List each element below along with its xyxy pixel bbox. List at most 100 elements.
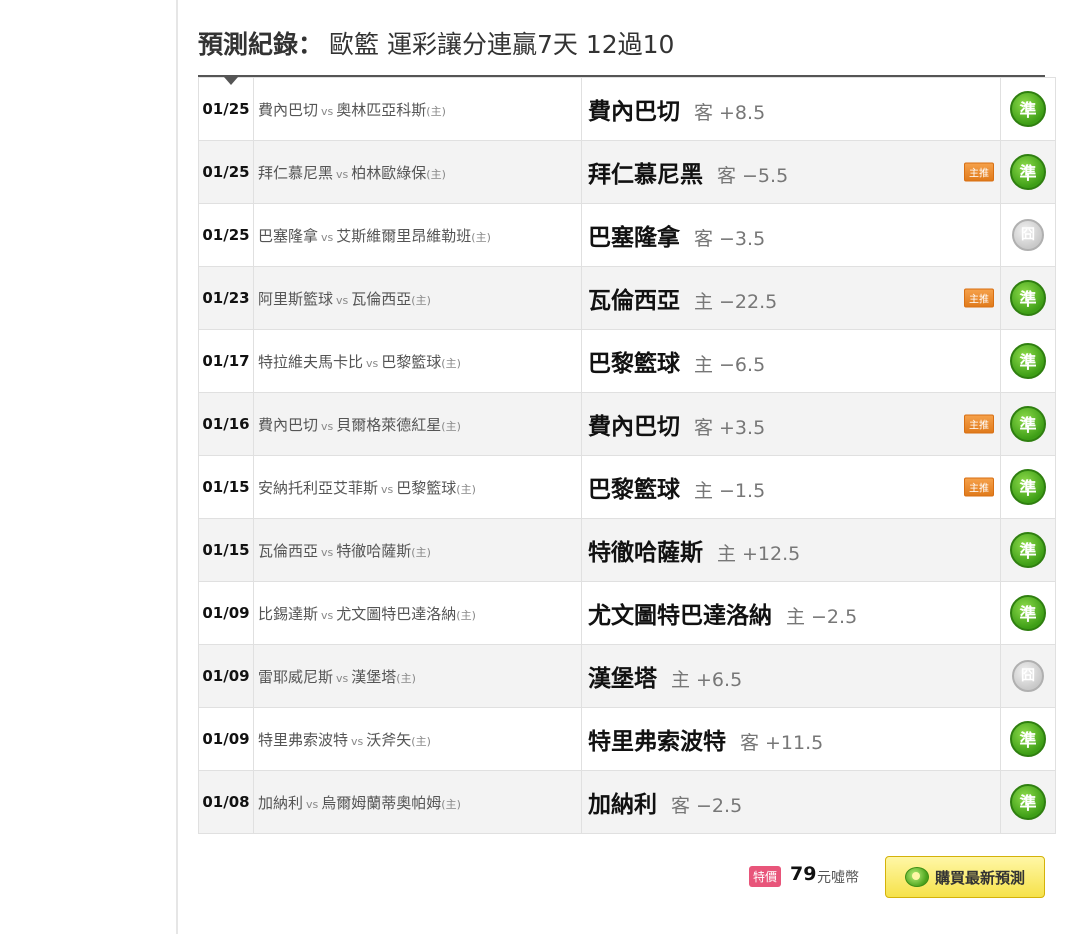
vs-label: vs <box>321 545 334 559</box>
table-row: 01/23 阿里斯籃球 vs 瓦倫西亞(主) 瓦倫西亞主 −22.5 主推 準 <box>198 266 1056 330</box>
pick-line: −22.5 <box>719 291 778 313</box>
away-team: 安納托利亞艾菲斯 <box>258 478 379 497</box>
buy-latest-prediction-button[interactable]: 購買最新預測 <box>885 856 1045 898</box>
prediction-table: 01/25 費內巴切 vs 奧林匹亞科斯(主) 費內巴切客 +8.5 準 01/25 … <box>198 75 1056 834</box>
home-team: 巴黎籃球 <box>396 478 457 497</box>
row-result: 準 <box>1000 266 1056 330</box>
price-value: 79 <box>790 863 817 885</box>
row-date: 01/17 <box>198 329 254 393</box>
home-team: 艾斯維爾里昂維勒班 <box>336 226 472 245</box>
row-date: 01/23 <box>198 266 254 330</box>
home-team: 尤文圖特巴達洛納 <box>336 604 457 623</box>
pick-team: 瓦倫西亞 <box>588 288 680 314</box>
title-detail: 歐籃 運彩讓分連贏7天 12過10 <box>329 30 675 59</box>
row-date: 01/09 <box>198 707 254 771</box>
pick-side: 客 <box>694 228 714 250</box>
row-pick: 費內巴切客 +8.5 <box>581 77 1001 141</box>
row-match[interactable]: 加納利 vs 烏爾姆蘭蒂奧帕姆(主) <box>253 770 582 834</box>
away-team: 費內巴切 <box>258 415 319 434</box>
row-match[interactable]: 特拉維夫馬卡比 vs 巴黎籃球(主) <box>253 329 582 393</box>
row-result: 囧 <box>1000 203 1056 267</box>
table-row: 01/25 拜仁慕尼黑 vs 柏林歐綠保(主) 拜仁慕尼黑客 −5.5 主推 準 <box>198 140 1056 204</box>
table-row: 01/15 瓦倫西亞 vs 特徹哈薩斯(主) 特徹哈薩斯主 +12.5 準 <box>198 518 1056 582</box>
featured-badge: 主推 <box>964 414 994 434</box>
row-date: 01/25 <box>198 77 254 141</box>
pick-line: −3.5 <box>719 228 766 250</box>
row-match[interactable]: 拜仁慕尼黑 vs 柏林歐綠保(主) <box>253 140 582 204</box>
home-marker: (主) <box>441 356 461 370</box>
row-pick: 巴塞隆拿客 −3.5 <box>581 203 1001 267</box>
row-result: 準 <box>1000 707 1056 771</box>
row-date: 01/25 <box>198 203 254 267</box>
result-badge: 準 <box>1010 595 1046 631</box>
pick-side: 主 <box>694 291 714 313</box>
home-marker: (主) <box>456 482 476 496</box>
row-date: 01/25 <box>198 140 254 204</box>
pick-team: 費內巴切 <box>588 414 680 440</box>
pick-line: −2.5 <box>811 606 858 628</box>
table-row: 01/17 特拉維夫馬卡比 vs 巴黎籃球(主) 巴黎籃球主 −6.5 準 <box>198 329 1056 393</box>
pick-team: 巴塞隆拿 <box>588 225 680 251</box>
home-marker: (主) <box>441 419 461 433</box>
home-team: 特徹哈薩斯 <box>336 541 412 560</box>
price-unit: 元噓幣 <box>817 870 859 886</box>
home-marker: (主) <box>411 293 431 307</box>
away-team: 加納利 <box>258 793 304 812</box>
vs-label: vs <box>336 293 349 307</box>
result-badge: 準 <box>1010 469 1046 505</box>
row-result: 準 <box>1000 518 1056 582</box>
row-result: 準 <box>1000 581 1056 645</box>
away-team: 比錫達斯 <box>258 604 319 623</box>
home-marker: (主) <box>426 104 446 118</box>
pick-team: 巴黎籃球 <box>588 351 680 377</box>
table-row: 01/09 特里弗索波特 vs 沃斧矢(主) 特里弗索波特客 +11.5 準 <box>198 707 1056 771</box>
pick-team: 費內巴切 <box>588 99 680 125</box>
pick-line: +6.5 <box>696 669 743 691</box>
row-date: 01/15 <box>198 455 254 519</box>
result-badge: 準 <box>1010 784 1046 820</box>
featured-badge: 主推 <box>964 288 994 308</box>
pick-side: 客 <box>671 795 691 817</box>
away-team: 拜仁慕尼黑 <box>258 163 334 182</box>
result-badge: 準 <box>1010 280 1046 316</box>
vs-label: vs <box>336 167 349 181</box>
purchase-footer: 特價 79 元噓幣 購買最新預測 <box>740 856 1048 900</box>
row-match[interactable]: 費內巴切 vs 貝爾格萊德紅星(主) <box>253 392 582 456</box>
pick-line: −6.5 <box>719 354 766 376</box>
row-date: 01/08 <box>198 770 254 834</box>
row-pick: 拜仁慕尼黑客 −5.5 主推 <box>581 140 1001 204</box>
row-match[interactable]: 雷耶威尼斯 vs 漢堡塔(主) <box>253 644 582 708</box>
home-marker: (主) <box>411 734 431 748</box>
pick-team: 特里弗索波特 <box>588 729 726 755</box>
row-result: 準 <box>1000 392 1056 456</box>
vs-label: vs <box>321 230 334 244</box>
home-team: 巴黎籃球 <box>381 352 442 371</box>
row-match[interactable]: 安納托利亞艾菲斯 vs 巴黎籃球(主) <box>253 455 582 519</box>
row-match[interactable]: 阿里斯籃球 vs 瓦倫西亞(主) <box>253 266 582 330</box>
page-title: 預測紀錄： 歐籃 運彩讓分連贏7天 12過10 <box>198 25 674 65</box>
pick-side: 主 <box>694 354 714 376</box>
row-date: 01/16 <box>198 392 254 456</box>
row-pick: 漢堡塔主 +6.5 <box>581 644 1001 708</box>
pick-line: −2.5 <box>696 795 743 817</box>
table-row: 01/09 比錫達斯 vs 尤文圖特巴達洛納(主) 尤文圖特巴達洛納主 −2.5 準 <box>198 581 1056 645</box>
row-match[interactable]: 巴塞隆拿 vs 艾斯維爾里昂維勒班(主) <box>253 203 582 267</box>
special-price-badge: 特價 <box>749 866 782 887</box>
pick-line: +8.5 <box>719 102 766 124</box>
home-marker: (主) <box>396 671 416 685</box>
row-pick: 巴黎籃球主 −1.5 主推 <box>581 455 1001 519</box>
pick-side: 主 <box>717 543 737 565</box>
table-row: 01/25 費內巴切 vs 奧林匹亞科斯(主) 費內巴切客 +8.5 準 <box>198 77 1056 141</box>
pick-team: 特徹哈薩斯 <box>588 540 703 566</box>
row-match[interactable]: 瓦倫西亞 vs 特徹哈薩斯(主) <box>253 518 582 582</box>
result-badge: 準 <box>1010 406 1046 442</box>
row-date: 01/15 <box>198 518 254 582</box>
row-date: 01/09 <box>198 644 254 708</box>
row-match[interactable]: 比錫達斯 vs 尤文圖特巴達洛納(主) <box>253 581 582 645</box>
pick-side: 主 <box>694 480 714 502</box>
title-colon: ： <box>298 30 324 59</box>
row-match[interactable]: 費內巴切 vs 奧林匹亞科斯(主) <box>253 77 582 141</box>
row-match[interactable]: 特里弗索波特 vs 沃斧矢(主) <box>253 707 582 771</box>
result-badge: 準 <box>1010 154 1046 190</box>
pick-side: 客 <box>740 732 760 754</box>
